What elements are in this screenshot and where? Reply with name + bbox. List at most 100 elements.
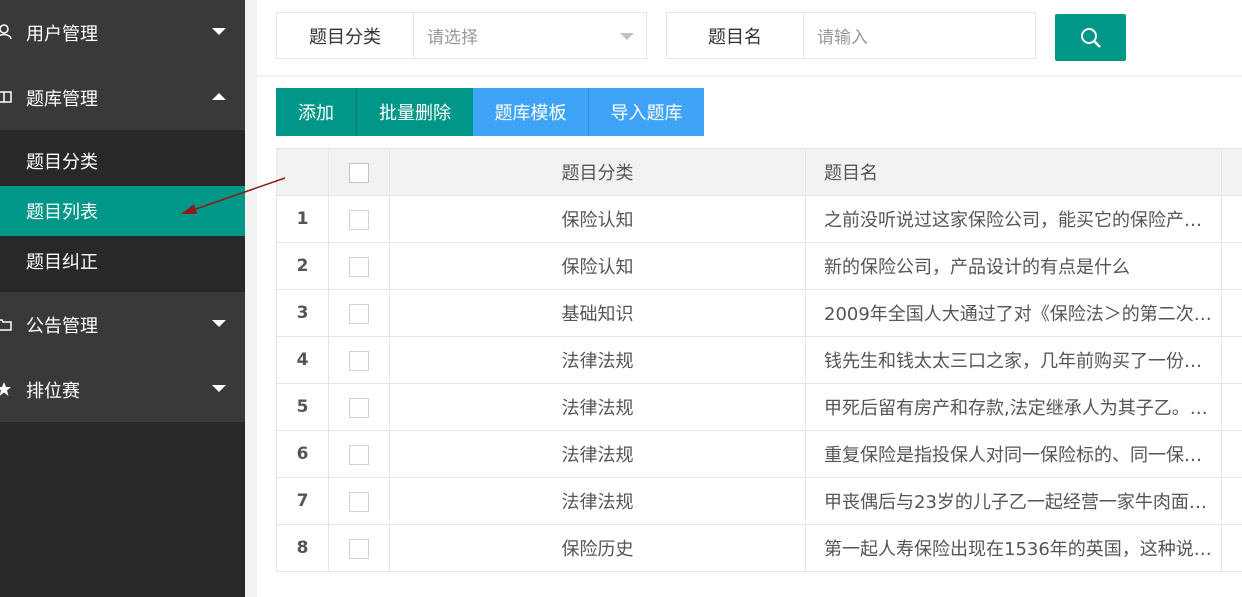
sidebar-item-question-correction[interactable]: 题目纠正 [0,236,245,286]
row-more [1221,430,1242,478]
row-select[interactable] [328,430,390,478]
row-index: 8 [276,524,329,572]
row-more [1221,242,1242,290]
row-index: 6 [276,430,329,478]
row-more [1221,477,1242,525]
chevron-up-icon [212,93,226,100]
row-select[interactable] [328,383,390,431]
row-select[interactable] [328,336,390,384]
row-select[interactable] [328,195,390,243]
user-icon [0,24,12,40]
row-category: 保险历史 [389,524,806,572]
table-row[interactable]: 1 保险认知 之前没听说过这家保险公司，能买它的保险产… [276,195,1242,243]
sidebar: 用户管理 题库管理 题目分类 题目列表 题目纠正 公告管理 排位赛 [0,0,245,597]
row-name: 甲死后留有房产和存款,法定继承人为其子乙。… [805,383,1222,431]
row-checkbox[interactable] [349,397,369,418]
table-row[interactable]: 6 法律法规 重复保险是指投保人对同一保险标的、同一保… [276,430,1242,478]
table-row[interactable]: 5 法律法规 甲死后留有房产和存款,法定继承人为其子乙。… [276,383,1242,431]
header-index [276,148,329,196]
template-button[interactable]: 题库模板 [473,88,589,136]
toolbar-divider [257,75,1242,77]
nav-group-ranking[interactable]: 排位赛 [0,357,245,422]
row-checkbox[interactable] [349,256,369,277]
row-select[interactable] [328,524,390,572]
nav-group-question-bank[interactable]: 题库管理 [0,65,245,130]
row-index: 2 [276,242,329,290]
add-button[interactable]: 添加 [276,88,357,136]
name-input[interactable]: 请输入 [817,13,868,58]
row-select[interactable] [328,477,390,525]
table-row[interactable]: 8 保险历史 第一起人寿保险出现在1536年的英国，这种说… [276,524,1242,572]
row-name: 新的保险公司，产品设计的有点是什么 [805,242,1222,290]
row-checkbox[interactable] [349,491,369,512]
sidebar-item-label: 题目分类 [26,152,98,173]
book-icon [0,91,12,103]
row-more [1221,383,1242,431]
sidebar-item-label: 题目列表 [26,202,98,223]
table-row[interactable]: 2 保险认知 新的保险公司，产品设计的有点是什么 [276,242,1242,290]
row-checkbox[interactable] [349,303,369,324]
header-more [1221,148,1242,196]
import-button[interactable]: 导入题库 [589,88,704,136]
nav-group-label: 用户管理 [26,23,98,45]
question-table: 题目分类 题目名 1 保险认知 之前没听说过这家保险公司，能买它的保险产… 2 保险认知… [276,148,1242,572]
row-more [1221,524,1242,572]
chevron-down-icon [212,385,226,392]
chevron-down-icon[interactable] [620,33,634,40]
chevron-down-icon [212,320,226,327]
name-filter[interactable]: 题目名 请输入 [666,12,1036,59]
batch-delete-button[interactable]: 批量删除 [357,88,473,136]
folder-icon [0,319,12,331]
row-checkbox[interactable] [349,444,369,465]
nav-group-label: 排位赛 [26,380,80,402]
row-category: 法律法规 [389,430,806,478]
table-header-row: 题目分类 题目名 [276,148,1242,196]
row-category: 基础知识 [389,289,806,337]
select-all-checkbox[interactable] [349,162,369,183]
row-index: 4 [276,336,329,384]
row-category: 保险认知 [389,242,806,290]
sidebar-item-question-category[interactable]: 题目分类 [0,136,245,186]
row-index: 5 [276,383,329,431]
search-button[interactable] [1055,14,1126,61]
row-category: 法律法规 [389,477,806,525]
header-category[interactable]: 题目分类 [389,148,806,196]
row-name: 第一起人寿保险出现在1536年的英国，这种说… [805,524,1222,572]
table-row[interactable]: 3 基础知识 2009年全国人大通过了对《保险法＞的第二次… [276,289,1242,337]
row-checkbox[interactable] [349,350,369,371]
nav-group-notice[interactable]: 公告管理 [0,292,245,357]
table-row[interactable]: 7 法律法规 甲丧偶后与23岁的儿子乙一起经营一家牛肉面… [276,477,1242,525]
row-category: 法律法规 [389,336,806,384]
row-checkbox[interactable] [349,209,369,230]
sidebar-item-label: 题目纠正 [26,252,98,273]
row-name: 甲丧偶后与23岁的儿子乙一起经营一家牛肉面… [805,477,1222,525]
row-checkbox[interactable] [349,538,369,559]
row-index: 7 [276,477,329,525]
row-name: 重复保险是指投保人对同一保险标的、同一保… [805,430,1222,478]
row-name: 之前没听说过这家保险公司，能买它的保险产… [805,195,1222,243]
search-icon [1080,27,1101,48]
row-name: 钱先生和钱太太三口之家，几年前购买了一份… [805,336,1222,384]
row-name: 2009年全国人大通过了对《保险法＞的第二次… [805,289,1222,337]
row-more [1221,195,1242,243]
sidebar-item-question-list[interactable]: 题目列表 [0,186,245,236]
row-index: 1 [276,195,329,243]
header-name[interactable]: 题目名 [805,148,1222,196]
star-icon [0,382,11,396]
row-index: 3 [276,289,329,337]
nav-group-label: 题库管理 [26,88,98,110]
row-select[interactable] [328,289,390,337]
row-category: 法律法规 [389,383,806,431]
category-filter-label: 题目分类 [277,13,414,58]
row-select[interactable] [328,242,390,290]
nav-group-user[interactable]: 用户管理 [0,0,245,65]
nav-group-label: 公告管理 [26,315,98,337]
row-category: 保险认知 [389,195,806,243]
table-row[interactable]: 4 法律法规 钱先生和钱太太三口之家，几年前购买了一份… [276,336,1242,384]
category-filter[interactable]: 题目分类 请选择 [276,12,647,59]
chevron-down-icon [212,28,226,35]
header-select-all[interactable] [328,148,390,196]
category-select[interactable]: 请选择 [427,13,478,58]
row-more [1221,289,1242,337]
layout-gutter [245,0,257,597]
